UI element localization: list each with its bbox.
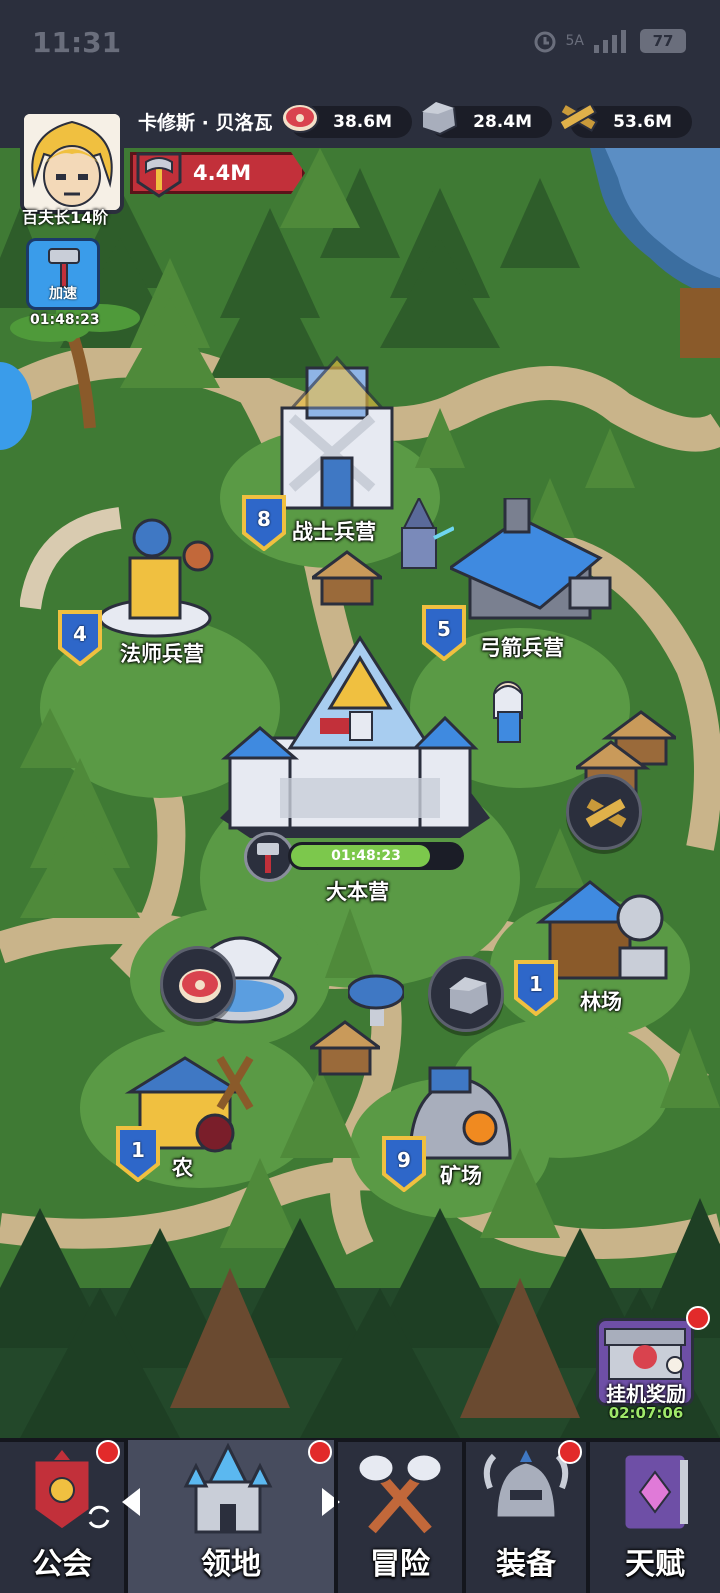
- mine-level-badge: 9: [380, 1134, 428, 1193]
- nav-territory-label: 领地: [201, 1547, 261, 1582]
- idle-reward-label: 挂机奖励: [606, 1382, 686, 1406]
- spellbook-icon: [622, 1452, 688, 1532]
- collect-meat-button[interactable]: [160, 946, 236, 1022]
- farm-label[interactable]: 农: [172, 1152, 193, 1182]
- meat-icon: [177, 967, 223, 1005]
- mine-label[interactable]: 矿场: [440, 1160, 482, 1190]
- archer-barracks-label[interactable]: 弓箭兵营: [480, 632, 564, 662]
- idle-reward-timer: 02:07:06: [608, 1404, 684, 1422]
- crossed-axes-icon: [356, 1452, 444, 1534]
- hq-upgrade-progress-bar: 01:48:23: [288, 842, 464, 870]
- nav-adventure-button[interactable]: 冒险: [338, 1440, 462, 1593]
- warrior-barracks-label[interactable]: 战士兵营: [292, 516, 376, 546]
- battery-indicator: 77: [640, 29, 686, 53]
- treasure-chest-icon: [604, 1328, 686, 1380]
- axe-icon: [136, 152, 182, 198]
- wood-icon: [582, 796, 630, 831]
- speedup-label: 加速: [49, 286, 77, 302]
- mage-barracks-building[interactable]: [20, 488, 220, 648]
- speedup-timer: 01:48:23: [30, 312, 100, 328]
- nav-equipment-label: 装备: [496, 1547, 556, 1582]
- dark-knight-hero[interactable]: [384, 498, 454, 578]
- helmet-icon: [483, 1450, 569, 1520]
- lumber-mill-level-badge: 1: [512, 958, 560, 1017]
- nav-talent-button[interactable]: 天赋: [590, 1440, 720, 1593]
- nav-adventure-label: 冒险: [370, 1547, 430, 1582]
- status-bar: 11:31 5A 77: [0, 0, 720, 90]
- hero-portrait-icon: [24, 114, 120, 210]
- collect-wood-button[interactable]: [566, 774, 642, 850]
- hq-upgrade-hammer-icon[interactable]: [244, 832, 294, 882]
- farm-level-badge: 1: [114, 1124, 162, 1183]
- nav-guild-label: 公会: [32, 1547, 92, 1582]
- nav-territory-button[interactable]: 领地: [128, 1440, 334, 1593]
- signal-icon: [594, 30, 626, 53]
- hq-upgrade-timer: 01:48:23: [331, 848, 401, 864]
- clock: 11:31: [32, 26, 122, 59]
- speedup-button[interactable]: 加速: [26, 238, 100, 310]
- lumber-mill-label[interactable]: 林场: [580, 986, 622, 1016]
- nav-talent-label: 天赋: [625, 1547, 685, 1582]
- idle-reward-notification-dot: [686, 1306, 710, 1330]
- mage-barracks-label[interactable]: 法师兵营: [120, 638, 204, 668]
- guild-notification-dot: [96, 1440, 120, 1464]
- castle-icon: [183, 1442, 273, 1534]
- network-label: 5A: [565, 33, 584, 49]
- warrior-barracks-level-badge: 8: [240, 493, 288, 552]
- mage-barracks-level-badge: 4: [56, 608, 104, 667]
- stone-icon: [421, 100, 458, 136]
- archer-barracks-building[interactable]: [450, 498, 615, 628]
- nav-left-arrow-icon[interactable]: [122, 1488, 140, 1516]
- switch-icon: [88, 1505, 110, 1529]
- territory-notification-dot: [308, 1440, 332, 1464]
- stone-icon: [448, 975, 491, 1017]
- meat-icon: [281, 103, 319, 133]
- equipment-notification-dot: [558, 1440, 582, 1464]
- alarm-icon: [534, 31, 556, 53]
- status-icons: 5A 77: [532, 28, 686, 54]
- territory-map[interactable]: 8 战士兵营 4 法师兵营 5 弓箭兵营 01:48:23 大本营 1 林场 1…: [0, 148, 720, 1438]
- collect-stone-button[interactable]: [428, 956, 504, 1032]
- power-value: 4.4M: [193, 161, 252, 185]
- hut-building: [312, 550, 382, 606]
- headquarters-building[interactable]: [220, 618, 490, 848]
- mushroom-decoration: [348, 974, 404, 1026]
- wood-icon: [558, 102, 598, 132]
- player-name: 卡修斯 · 贝洛瓦: [138, 112, 273, 134]
- player-rank: 百夫长14阶: [22, 208, 109, 227]
- player-avatar[interactable]: [20, 110, 124, 214]
- headquarters-label[interactable]: 大本营: [326, 876, 389, 906]
